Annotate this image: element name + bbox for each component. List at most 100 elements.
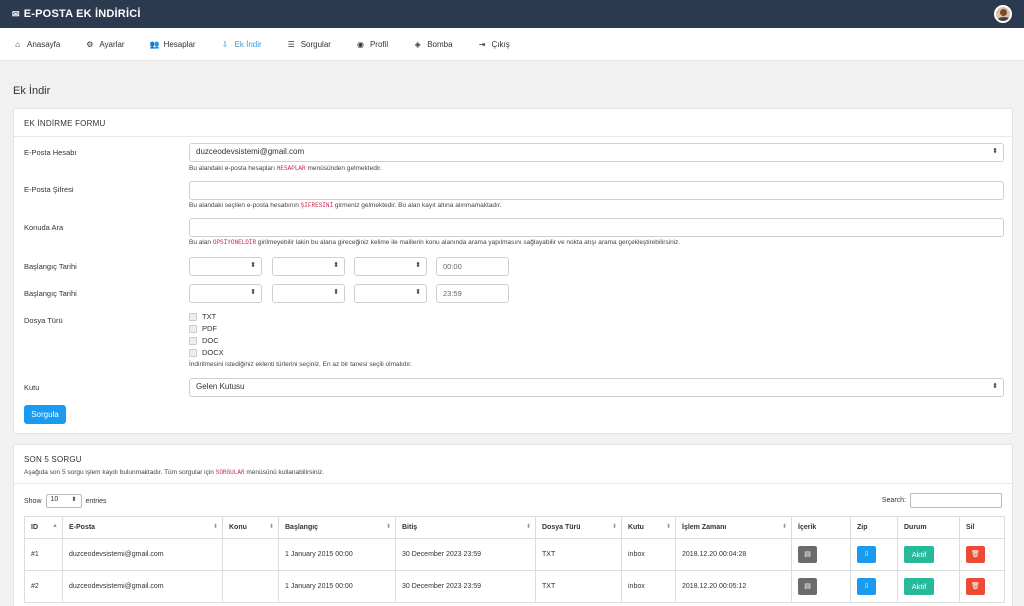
column-header[interactable]: İşlem Zamanı ⬍ bbox=[675, 516, 792, 539]
column-header[interactable]: Konu ⬍ bbox=[222, 516, 279, 539]
subject-search-input[interactable] bbox=[189, 218, 1004, 237]
end-year-select[interactable]: ⬍ bbox=[354, 284, 427, 303]
sort-icon: ⬍ bbox=[665, 524, 671, 530]
logout-icon: ⇥ bbox=[478, 39, 486, 49]
table-cell: 2018.12.20 00:05:12 bbox=[675, 570, 792, 603]
app-title: E-POSTA EK İNDİRİCİ bbox=[23, 8, 141, 20]
nav-label: Çıkış bbox=[491, 39, 510, 49]
start-time-input[interactable]: 00:00 bbox=[436, 257, 509, 276]
view-content-button[interactable]: ▤ bbox=[798, 546, 817, 563]
column-header[interactable]: İçerik bbox=[791, 516, 851, 539]
divider bbox=[14, 136, 1012, 137]
table-header-row: ID ▲ E-Posta ⬍ Konu ⬍ Başlangıç ⬍ Bitiş ⬍ Dosya Tü… bbox=[24, 516, 1005, 539]
checkbox[interactable] bbox=[189, 324, 197, 333]
page-length-control: Show 10 ⬍ entries bbox=[24, 494, 107, 508]
email-account-value: duzceodevsistemi@gmail.com bbox=[196, 147, 305, 156]
start-year-select[interactable]: ⬍ bbox=[354, 257, 427, 276]
select-arrows-icon: ⬍ bbox=[992, 148, 998, 155]
column-header[interactable]: Başlangıç ⬍ bbox=[278, 516, 396, 539]
nav-item-list[interactable]: ☰ Sorgular bbox=[287, 40, 331, 49]
column-header[interactable]: E-Posta ⬍ bbox=[62, 516, 223, 539]
gear-icon: ⚙ bbox=[86, 39, 94, 49]
checkbox[interactable] bbox=[189, 336, 197, 345]
submit-query-button[interactable]: Sorgula bbox=[24, 405, 66, 424]
recent-queries-panel: SON 5 SORGU Aşağıda son 5 sorgu işlem ka… bbox=[13, 444, 1013, 606]
email-account-label: E-Posta Hesabı bbox=[24, 148, 77, 157]
delete-button[interactable]: 🗑 bbox=[966, 578, 985, 595]
delete-button[interactable]: 🗑 bbox=[966, 546, 985, 563]
filetype-option[interactable]: DOC bbox=[189, 336, 219, 345]
table-search-input[interactable] bbox=[910, 493, 1002, 508]
file-type-help: İndirilmesini istediğiniz eklenti türler… bbox=[189, 361, 412, 368]
mailbox-value: Gelen Kutusu bbox=[196, 382, 245, 391]
subject-search-help: Bu alan OPSİYONELDİR girilmeyebilir laki… bbox=[189, 239, 681, 246]
column-header[interactable]: Durum bbox=[897, 516, 960, 539]
download-zip-button[interactable]: ⇩ bbox=[857, 546, 876, 563]
filetype-option[interactable]: PDF bbox=[189, 324, 217, 333]
form-heading: EK İNDİRME FORMU bbox=[24, 119, 106, 128]
column-header[interactable]: Bitiş ⬍ bbox=[395, 516, 536, 539]
select-arrows-icon: ⬍ bbox=[415, 262, 421, 269]
action-cell: 🗑 bbox=[959, 570, 1005, 603]
email-account-select[interactable]: duzceodevsistemi@gmail.com ⬍ bbox=[189, 143, 1004, 162]
table-cell: TXT bbox=[535, 570, 622, 603]
start-day-select[interactable]: ⬍ bbox=[189, 257, 262, 276]
user-avatar[interactable] bbox=[994, 5, 1012, 23]
sort-icon: ▲ bbox=[52, 523, 58, 529]
table-cell: 1 January 2015 00:00 bbox=[278, 538, 396, 571]
select-arrows-icon: ⬍ bbox=[250, 262, 256, 269]
table-cell bbox=[222, 570, 279, 603]
table-cell: 30 December 2023 23:59 bbox=[395, 570, 536, 603]
nav-label: Ek İndir bbox=[234, 39, 262, 49]
table-cell: inbox bbox=[621, 538, 676, 571]
end-day-select[interactable]: ⬍ bbox=[189, 284, 262, 303]
mailbox-select[interactable]: Gelen Kutusu ⬍ bbox=[189, 378, 1004, 397]
download-icon: ⇩ bbox=[221, 39, 229, 49]
start-month-select[interactable]: ⬍ bbox=[272, 257, 345, 276]
checkbox[interactable] bbox=[189, 348, 197, 357]
search-label: Search: bbox=[881, 497, 906, 504]
status-badge[interactable]: Aktif bbox=[904, 546, 934, 563]
end-month-select[interactable]: ⬍ bbox=[272, 284, 345, 303]
table-cell: inbox bbox=[621, 570, 676, 603]
sort-icon: ⬍ bbox=[525, 524, 531, 530]
column-header[interactable]: Dosya Türü ⬍ bbox=[535, 516, 622, 539]
nav-item-users[interactable]: 👥 Hesaplar bbox=[150, 40, 196, 49]
action-cell: ▤ bbox=[791, 570, 851, 603]
list-icon: ☰ bbox=[287, 39, 295, 49]
table-row: #1 duzceodevsistemi@gmail.com 1 January 20… bbox=[24, 538, 1005, 571]
nav-item-bomb[interactable]: ◈ Bomba bbox=[413, 40, 453, 49]
nav-label: Sorgular bbox=[300, 39, 331, 49]
action-cell: ▤ bbox=[791, 538, 851, 571]
app-brand[interactable]: ✉ E-POSTA EK İNDİRİCİ bbox=[12, 8, 141, 20]
status-cell: Aktif bbox=[897, 538, 960, 571]
email-password-input[interactable] bbox=[189, 181, 1004, 200]
nav-item-logout[interactable]: ⇥ Çıkış bbox=[478, 40, 510, 49]
select-arrows-icon: ⬍ bbox=[250, 289, 256, 296]
recent-queries-table: ID ▲ E-Posta ⬍ Konu ⬍ Başlangıç ⬍ Bitiş ⬍ Dosya Tü… bbox=[24, 516, 1005, 603]
email-account-help: Bu alandaki e-posta hesapları HESAPLAR m… bbox=[189, 165, 382, 172]
filetype-option[interactable]: TXT bbox=[189, 312, 216, 321]
table-row: #2 duzceodevsistemi@gmail.com 1 January 20… bbox=[24, 570, 1005, 603]
nav-item-download[interactable]: ⇩ Ek İndir bbox=[221, 40, 262, 49]
view-content-button[interactable]: ▤ bbox=[798, 578, 817, 595]
checkbox[interactable] bbox=[189, 312, 197, 321]
column-header[interactable]: Sil bbox=[959, 516, 1005, 539]
filetype-option[interactable]: DOCX bbox=[189, 348, 224, 357]
table-cell: 2018.12.20 00:04:28 bbox=[675, 538, 792, 571]
page-length-select[interactable]: 10 ⬍ bbox=[45, 494, 82, 508]
status-badge[interactable]: Aktif bbox=[904, 578, 934, 595]
download-zip-button[interactable]: ⇩ bbox=[857, 578, 876, 595]
end-time-input[interactable]: 23:59 bbox=[436, 284, 509, 303]
column-header[interactable]: Kutu ⬍ bbox=[621, 516, 676, 539]
nav-item-user-circle[interactable]: ◉ Profil bbox=[356, 40, 388, 49]
column-header[interactable]: ID ▲ bbox=[24, 516, 63, 539]
nav-item-home[interactable]: ⌂ Anasayfa bbox=[13, 40, 60, 49]
top-bar: ✉ E-POSTA EK İNDİRİCİ bbox=[0, 0, 1024, 28]
sort-icon: ⬍ bbox=[781, 524, 787, 530]
select-arrows-icon: ⬍ bbox=[415, 289, 421, 296]
mailbox-label: Kutu bbox=[24, 383, 40, 392]
select-arrows-icon: ⬍ bbox=[992, 383, 998, 390]
column-header[interactable]: Zip bbox=[850, 516, 898, 539]
nav-item-gear[interactable]: ⚙ Ayarlar bbox=[85, 40, 124, 49]
